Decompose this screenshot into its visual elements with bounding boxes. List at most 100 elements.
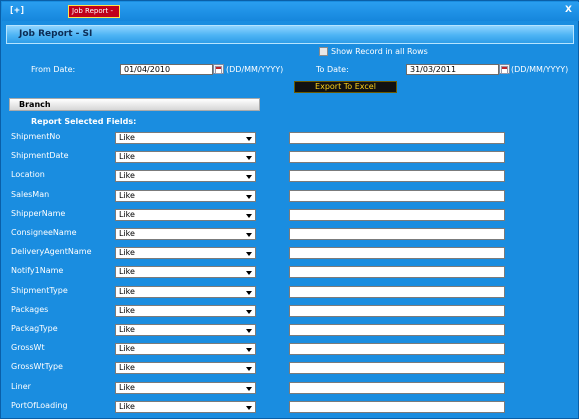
field-value-input[interactable] [289, 266, 505, 278]
operator-select[interactable]: Like [115, 190, 256, 202]
operator-value: Like [119, 344, 135, 353]
field-value-input[interactable] [289, 305, 505, 317]
operator-select[interactable]: Like [115, 247, 256, 259]
report-fields-heading: Report Selected Fields: [31, 117, 137, 126]
operator-select[interactable]: Like [115, 305, 256, 317]
operator-select[interactable]: Like [115, 362, 256, 374]
field-name: SalesMan [11, 190, 50, 199]
operator-select[interactable]: Like [115, 324, 256, 336]
operator-select[interactable]: Like [115, 266, 256, 278]
field-value-input[interactable] [289, 401, 505, 413]
field-name: Notify1Name [11, 266, 64, 275]
operator-select[interactable]: Like [115, 170, 256, 182]
to-date-label: To Date: [316, 65, 349, 74]
field-row: GrossWt Like [1, 343, 579, 362]
field-row: Liner Like [1, 382, 579, 401]
operator-select[interactable]: Like [115, 151, 256, 163]
from-date-input[interactable]: 01/04/2010 [120, 64, 213, 75]
expand-button[interactable]: [+] [7, 5, 27, 18]
field-row: ConsigneeName Like [1, 228, 579, 247]
field-row: Packages Like [1, 305, 579, 324]
field-value-input[interactable] [289, 132, 505, 144]
field-name: GrossWt [11, 343, 45, 352]
dropdown-arrow-icon [246, 310, 252, 314]
dropdown-arrow-icon [246, 156, 252, 160]
field-value-input[interactable] [289, 170, 505, 182]
field-row: Notify1Name Like [1, 266, 579, 285]
to-date-input[interactable]: 31/03/2011 [406, 64, 499, 75]
operator-value: Like [119, 171, 135, 180]
dropdown-arrow-icon [246, 271, 252, 275]
field-value-input[interactable] [289, 343, 505, 355]
field-name: Packages [11, 305, 49, 314]
field-row: PackagType Like [1, 324, 579, 343]
field-name: Location [11, 170, 45, 179]
operator-value: Like [119, 306, 135, 315]
field-row: ShipperName Like [1, 209, 579, 228]
operator-value: Like [119, 152, 135, 161]
operator-value: Like [119, 229, 135, 238]
operator-select[interactable]: Like [115, 228, 256, 240]
dropdown-arrow-icon [246, 348, 252, 352]
top-bar: [+] Job Report - X [2, 2, 579, 21]
field-value-input[interactable] [289, 247, 505, 259]
field-value-input[interactable] [289, 209, 505, 221]
field-value-input[interactable] [289, 324, 505, 336]
operator-value: Like [119, 325, 135, 334]
operator-value: Like [119, 210, 135, 219]
field-name: ShipmentDate [11, 151, 69, 160]
operator-select[interactable]: Like [115, 209, 256, 221]
field-row: DeliveryAgentName Like [1, 247, 579, 266]
scrollbar-track[interactable] [572, 45, 578, 418]
dropdown-arrow-icon [246, 406, 252, 410]
to-date-calendar-icon[interactable] [499, 64, 510, 74]
field-name: ShipmentNo [11, 132, 61, 141]
dropdown-arrow-icon [246, 195, 252, 199]
field-name: GrossWtType [11, 362, 63, 371]
field-value-input[interactable] [289, 382, 505, 394]
dropdown-arrow-icon [246, 137, 252, 141]
field-value-input[interactable] [289, 151, 505, 163]
show-all-rows-checkbox[interactable] [319, 47, 328, 56]
field-value-input[interactable] [289, 362, 505, 374]
to-date-format: (DD/MM/YYYY) [511, 65, 569, 74]
dropdown-arrow-icon [246, 387, 252, 391]
branch-header[interactable]: Branch [9, 98, 260, 111]
report-window: [+] Job Report - X Job Report - SI Show … [0, 0, 579, 419]
operator-value: Like [119, 287, 135, 296]
field-row: ShipmentNo Like [1, 132, 579, 151]
field-value-input[interactable] [289, 286, 505, 298]
field-name: Liner [11, 382, 31, 391]
operator-select[interactable]: Like [115, 343, 256, 355]
page-title: Job Report - SI [19, 29, 93, 39]
operator-value: Like [119, 248, 135, 257]
field-row: Location Like [1, 170, 579, 189]
from-date-label: From Date: [31, 65, 76, 74]
operator-select[interactable]: Like [115, 286, 256, 298]
job-report-tab[interactable]: Job Report - [68, 5, 120, 18]
export-to-excel-button[interactable]: Export To Excel [294, 81, 397, 93]
field-row: ShipmentDate Like [1, 151, 579, 170]
field-name: ShipperName [11, 209, 66, 218]
dropdown-arrow-icon [246, 175, 252, 179]
field-name: PortOfLoading [11, 401, 68, 410]
field-row: PortOfLoading Like [1, 401, 579, 419]
operator-select[interactable]: Like [115, 401, 256, 413]
field-row: SalesMan Like [1, 190, 579, 209]
dropdown-arrow-icon [246, 233, 252, 237]
field-name: PackagType [11, 324, 58, 333]
operator-value: Like [119, 267, 135, 276]
field-name: ConsigneeName [11, 228, 77, 237]
field-name: DeliveryAgentName [11, 247, 92, 256]
field-value-input[interactable] [289, 228, 505, 240]
field-value-input[interactable] [289, 190, 505, 202]
from-date-format: (DD/MM/YYYY) [226, 65, 284, 74]
dropdown-arrow-icon [246, 367, 252, 371]
from-date-calendar-icon[interactable] [213, 64, 224, 74]
dropdown-arrow-icon [246, 329, 252, 333]
dropdown-arrow-icon [246, 291, 252, 295]
operator-select[interactable]: Like [115, 132, 256, 144]
operator-select[interactable]: Like [115, 382, 256, 394]
close-icon[interactable]: X [565, 5, 572, 15]
field-name: ShipmentType [11, 286, 68, 295]
